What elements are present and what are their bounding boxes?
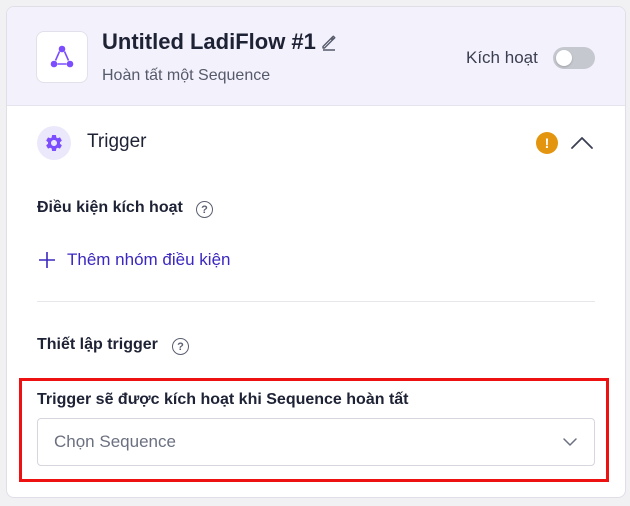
- help-icon[interactable]: ?: [172, 338, 189, 355]
- flow-card: Untitled LadiFlow #1 Hoàn tất một Sequen…: [6, 6, 626, 498]
- warning-icon: !: [536, 132, 558, 154]
- help-icon[interactable]: ?: [196, 201, 213, 218]
- pencil-icon[interactable]: [318, 31, 340, 53]
- sequence-select[interactable]: Chọn Sequence: [37, 418, 595, 466]
- flow-subtitle: Hoàn tất một Sequence: [102, 67, 271, 84]
- activate-label: Kích hoạt: [466, 48, 538, 67]
- flow-title: Untitled LadiFlow #1: [102, 29, 316, 54]
- conditions-label: Điều kiện kích hoạt: [37, 199, 183, 216]
- sequence-select-placeholder: Chọn Sequence: [54, 432, 176, 451]
- add-condition-group-button[interactable]: Thêm nhóm điều kiện: [37, 250, 230, 270]
- section-divider: [37, 301, 595, 302]
- add-condition-group-label: Thêm nhóm điều kiện: [67, 250, 231, 269]
- flow-logo: [36, 31, 88, 83]
- chevron-up-icon[interactable]: [569, 133, 595, 153]
- flow-header: Untitled LadiFlow #1 Hoàn tất một Sequen…: [7, 7, 625, 106]
- chevron-down-icon: [562, 435, 578, 449]
- trigger-icon-badge: [37, 126, 71, 160]
- plus-icon: [37, 250, 57, 270]
- share-nodes-icon: [48, 43, 76, 71]
- toggle-knob: [556, 50, 572, 66]
- trigger-setup-label: Thiết lập trigger: [37, 336, 158, 353]
- activate-toggle[interactable]: [553, 47, 595, 69]
- trigger-title: Trigger: [87, 131, 147, 152]
- gear-icon: [44, 133, 64, 153]
- sequence-field-label: Trigger sẽ được kích hoạt khi Sequence h…: [37, 391, 409, 408]
